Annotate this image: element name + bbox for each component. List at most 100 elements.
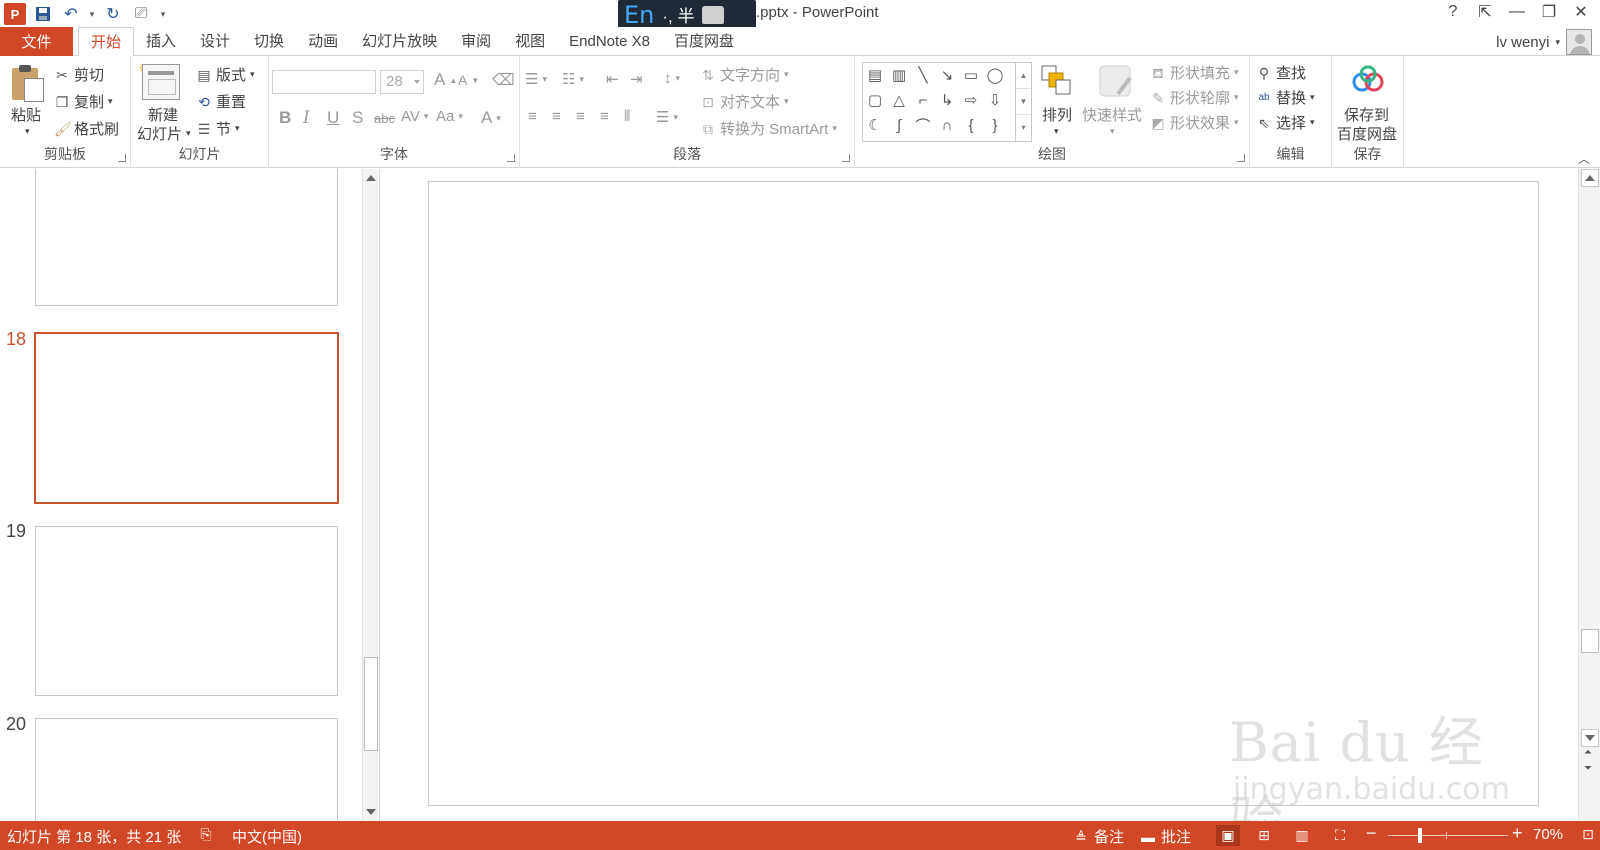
curve-shape-icon[interactable]: ∩ <box>937 115 957 135</box>
tab-design[interactable]: 设计 <box>188 27 242 56</box>
tab-review[interactable]: 审阅 <box>449 27 503 56</box>
slide-sorter-icon[interactable]: ⊞ <box>1252 825 1276 846</box>
arrow-line-shape-icon[interactable]: ↘ <box>937 65 957 85</box>
quick-styles-label[interactable]: 快速样式 <box>1082 104 1142 125</box>
dialog-launcher-icon[interactable] <box>1237 154 1245 162</box>
tab-file[interactable]: 文件 <box>0 27 73 56</box>
quick-styles-icon[interactable] <box>1098 64 1134 100</box>
scroll-thumb[interactable] <box>364 657 378 751</box>
tab-animations[interactable]: 动画 <box>296 27 350 56</box>
arrange-dropdown-icon[interactable]: ▾ <box>1054 126 1059 137</box>
gallery-down-icon[interactable]: ▼ <box>1016 89 1031 115</box>
slide-thumbnail[interactable] <box>35 526 338 696</box>
zoom-out-icon[interactable]: − <box>1366 823 1377 844</box>
dialog-launcher-icon[interactable] <box>842 154 850 162</box>
spelling-icon[interactable]: ⎘ <box>198 826 214 842</box>
align-right-icon[interactable]: ≡ <box>576 108 585 125</box>
zoom-slider-thumb[interactable] <box>1418 828 1422 843</box>
tab-baidu-netdisk[interactable]: 百度网盘 <box>662 27 746 56</box>
zoom-in-icon[interactable]: + <box>1512 823 1523 844</box>
justify-icon[interactable]: ≡ <box>600 108 609 125</box>
freeform-shape-icon[interactable]: ☾ <box>865 115 885 135</box>
smartart-button[interactable]: ⧉ 转换为 SmartArt ▾ <box>700 118 837 139</box>
collapse-ribbon-icon[interactable]: ︿ <box>1578 150 1590 167</box>
powerpoint-logo-icon[interactable]: P <box>4 3 26 25</box>
fit-slide-icon[interactable]: ⊡ <box>1580 826 1596 842</box>
user-account[interactable]: lv wenyi ▾ <box>1496 29 1592 55</box>
decrease-indent-icon[interactable]: ⇤ <box>606 70 619 88</box>
align-center-icon[interactable]: ≡ <box>552 108 561 125</box>
arrange-label[interactable]: 排列 <box>1042 104 1072 125</box>
scroll-down-button[interactable] <box>1581 729 1599 747</box>
italic-icon[interactable]: I <box>303 108 310 128</box>
distributed-icon[interactable]: ⫴ <box>624 108 630 125</box>
dialog-launcher-icon[interactable] <box>507 154 515 162</box>
cut-button[interactable]: ✂ 剪切 <box>54 64 104 85</box>
tab-transitions[interactable]: 切换 <box>242 27 296 56</box>
present-from-start-icon[interactable]: ⎚ <box>130 3 152 25</box>
elbow-connector-shape-icon[interactable]: ⌐ <box>913 90 933 110</box>
select-button[interactable]: ⇖ 选择 ▾ <box>1256 112 1314 133</box>
tab-view[interactable]: 视图 <box>503 27 557 56</box>
tab-home[interactable]: 开始 <box>78 27 135 57</box>
customize-qat-icon[interactable]: ▾ <box>158 3 168 25</box>
tab-insert[interactable]: 插入 <box>134 27 188 56</box>
triangle-shape-icon[interactable]: △ <box>889 90 909 110</box>
tab-slideshow[interactable]: 幻灯片放映 <box>350 27 449 56</box>
align-text-button[interactable]: ⊡ 对齐文本 ▾ <box>700 91 788 112</box>
gallery-more-icon[interactable]: ▾ <box>1016 115 1031 141</box>
new-slide-label-1[interactable]: 新建 <box>148 104 178 125</box>
notes-button[interactable]: ≜ 备注 <box>1073 826 1124 847</box>
dialog-launcher-icon[interactable] <box>118 154 126 162</box>
format-painter-button[interactable]: 🖌 格式刷 <box>54 118 119 139</box>
shape-fill-button[interactable]: ⛾ 形状填充 ▾ <box>1150 62 1238 83</box>
strikethrough-icon[interactable]: abc <box>374 111 395 126</box>
new-slide-button[interactable]: 幻灯片 ▾ <box>137 123 191 144</box>
scroll-up-button[interactable] <box>1581 169 1599 187</box>
slideshow-view-icon[interactable]: ⛶ <box>1328 825 1352 846</box>
change-case-icon[interactable]: Aa ▾ <box>436 108 463 125</box>
undo-icon[interactable]: ↶ <box>60 3 82 25</box>
grow-font-icon[interactable]: A ▲ <box>434 70 457 90</box>
scroll-down-icon[interactable] <box>366 809 376 815</box>
paste-icon[interactable] <box>10 64 46 104</box>
arc-shape-icon[interactable]: ⌒ <box>913 115 933 135</box>
numbering-icon[interactable]: ☷ ▾ <box>562 70 584 88</box>
baidu-cloud-icon[interactable] <box>1350 64 1386 96</box>
slide-thumbnail-selected[interactable] <box>34 332 339 504</box>
save-to-label-1[interactable]: 保存到 <box>1344 104 1389 125</box>
columns-icon[interactable]: ☰ ▾ <box>656 108 678 126</box>
line-spacing-icon[interactable]: ↕ ▾ <box>664 70 680 87</box>
font-size-input[interactable]: 28 <box>380 70 424 94</box>
save-icon[interactable] <box>32 3 54 25</box>
quick-styles-dropdown-icon[interactable]: ▾ <box>1110 126 1115 137</box>
bullets-icon[interactable]: ☰ ▾ <box>525 70 547 88</box>
rounded-rect-shape-icon[interactable]: ▢ <box>865 90 885 110</box>
char-spacing-icon[interactable]: AV ▾ <box>401 108 428 125</box>
shadow-icon[interactable]: S <box>352 108 363 128</box>
slide-thumbnail[interactable] <box>35 169 338 306</box>
language-indicator[interactable]: 中文(中国) <box>232 826 302 847</box>
down-arrow-shape-icon[interactable]: ⇩ <box>985 90 1005 110</box>
reset-button[interactable]: ⟲ 重置 <box>196 91 246 112</box>
minimize-icon[interactable]: — <box>1508 3 1526 21</box>
rectangle-shape-icon[interactable]: ▭ <box>961 65 981 85</box>
previous-slide-icon[interactable]: ⏶ <box>1584 747 1592 758</box>
current-slide-canvas[interactable] <box>428 181 1539 806</box>
replace-button[interactable]: ab 替换 ▾ <box>1256 87 1314 108</box>
editor-scrollbar[interactable]: ⏶ ⏷ <box>1578 169 1600 821</box>
normal-view-icon[interactable]: ▣ <box>1216 825 1240 846</box>
slide-thumbnail[interactable] <box>35 718 338 821</box>
line-shape-icon[interactable]: ╲ <box>913 65 933 85</box>
scroll-up-icon[interactable] <box>366 175 376 181</box>
right-arrow-shape-icon[interactable]: ⇨ <box>961 90 981 110</box>
paste-button[interactable]: 粘贴 <box>11 104 41 125</box>
arrange-icon[interactable] <box>1040 64 1074 100</box>
zoom-level[interactable]: 70% <box>1533 826 1563 843</box>
bold-icon[interactable]: B <box>279 108 291 128</box>
left-brace-shape-icon[interactable]: { <box>961 115 981 135</box>
scroll-thumb[interactable] <box>1581 629 1599 653</box>
ribbon-display-options-icon[interactable]: ⇱ <box>1476 2 1494 22</box>
oval-shape-icon[interactable]: ◯ <box>985 65 1005 85</box>
shape-effects-button[interactable]: ◩ 形状效果 ▾ <box>1150 112 1238 133</box>
